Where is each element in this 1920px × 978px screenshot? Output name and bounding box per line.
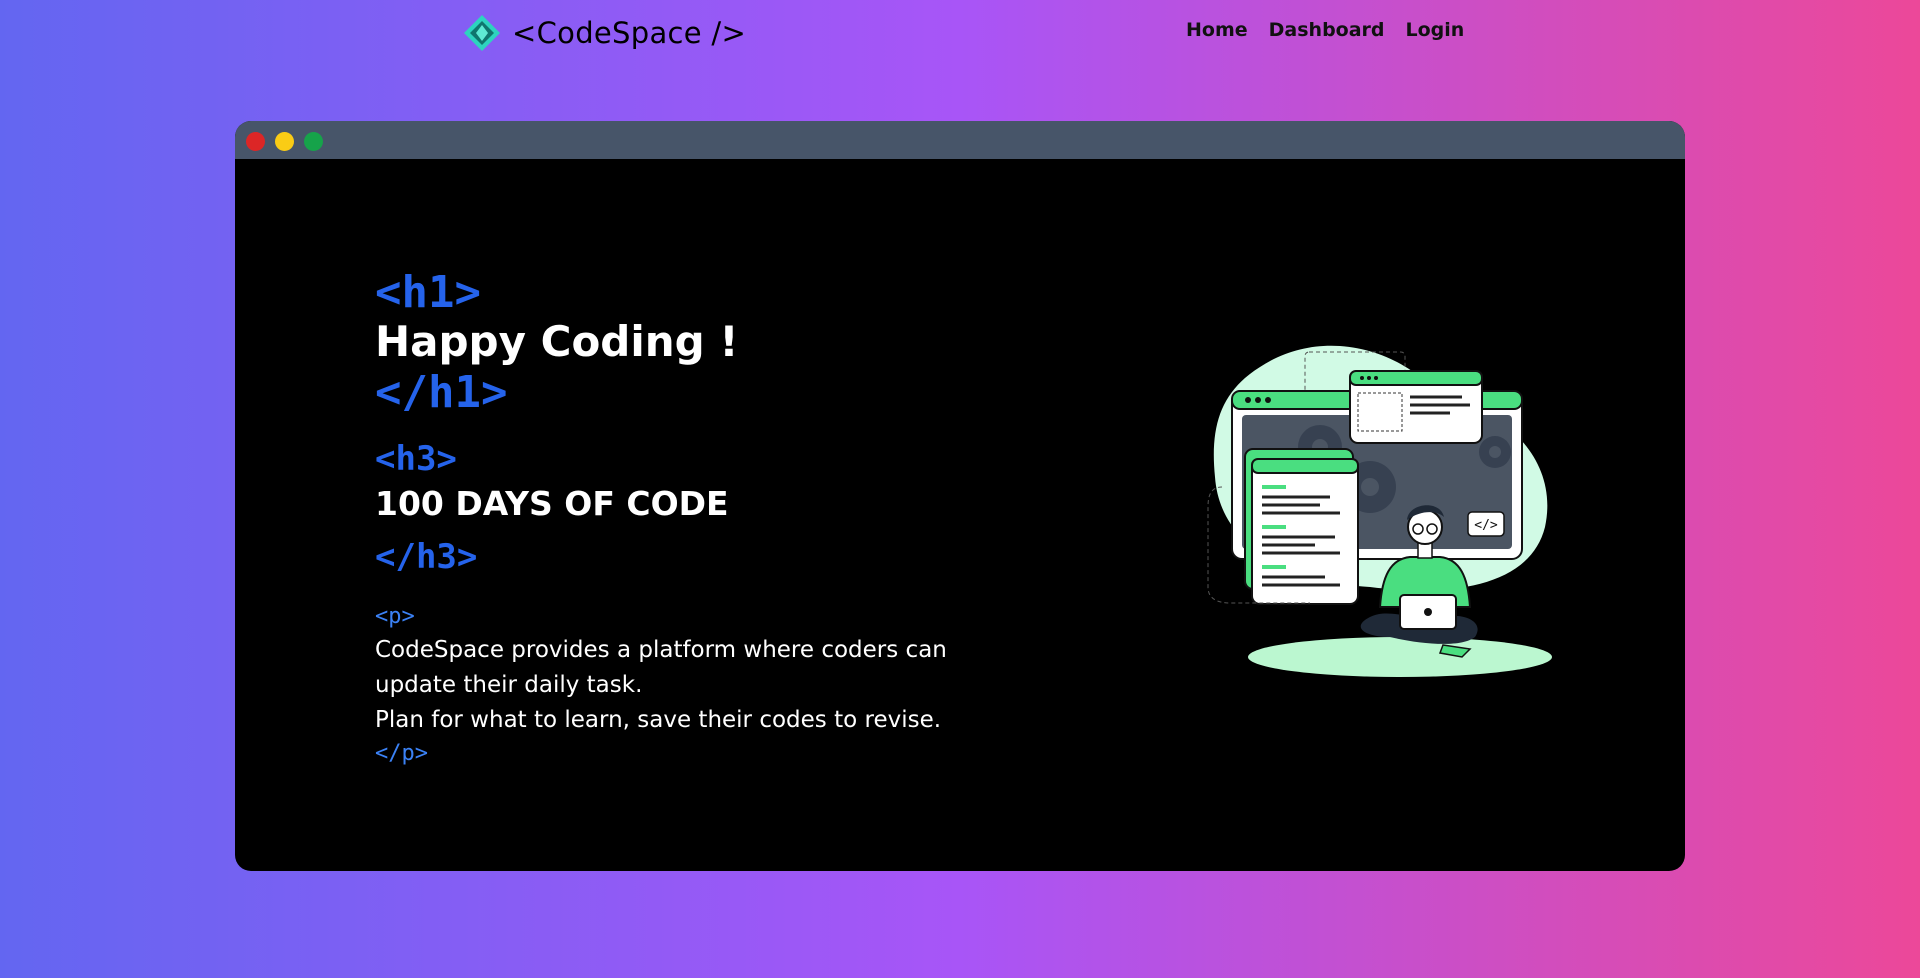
codespace-logo-icon (464, 15, 500, 51)
nav-home-link[interactable]: Home (1186, 19, 1248, 41)
coder-illustration: </> (1207, 345, 1552, 677)
p-close-tag: </p> (375, 741, 428, 766)
code-document (1251, 458, 1359, 605)
window-titlebar (235, 121, 1685, 159)
brand-name: <CodeSpace /> (512, 16, 747, 50)
hero-paragraph-line1: CodeSpace provides a platform where code… (375, 637, 947, 698)
window-close-dot (246, 132, 265, 151)
hero-content: <h1> Happy Coding ! </h1> <h3> 100 DAYS … (375, 267, 995, 770)
h3-open-tag: <h3> (375, 439, 457, 479)
ground-shadow (1248, 637, 1552, 677)
h1-open-tag: <h1> (375, 267, 481, 318)
hero-paragraph-line2: Plan for what to learn, save their codes… (375, 707, 942, 733)
window-minimize-dot (275, 132, 294, 151)
nav-dashboard-link[interactable]: Dashboard (1269, 19, 1385, 41)
hero-subheading: 100 DAYS OF CODE (375, 484, 729, 523)
window-maximize-dot (304, 132, 323, 151)
nav-login-link[interactable]: Login (1406, 19, 1465, 41)
p-open-tag: <p> (375, 604, 415, 629)
hero-heading: Happy Coding ! (375, 317, 739, 366)
code-window: <h1> Happy Coding ! </h1> <h3> 100 DAYS … (235, 121, 1685, 871)
brand-logo[interactable]: <CodeSpace /> (462, 13, 746, 53)
h3-close-tag: </h3> (375, 537, 478, 577)
h1-close-tag: </h1> (375, 367, 508, 418)
svg-text:</>: </> (1474, 518, 1498, 533)
navbar: <CodeSpace /> Home Dashboard Login (0, 0, 1920, 66)
nav-links: Home Dashboard Login (1186, 19, 1464, 41)
